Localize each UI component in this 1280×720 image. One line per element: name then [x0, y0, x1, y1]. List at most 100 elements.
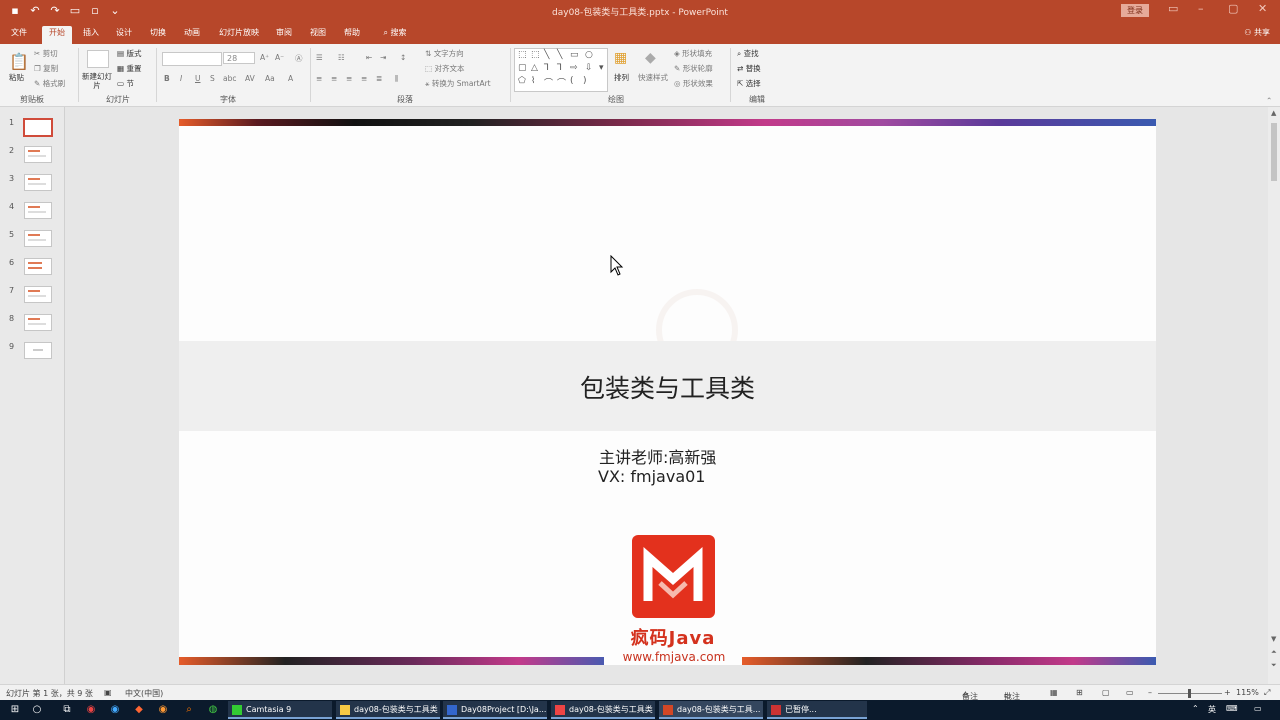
previous-slide-icon[interactable]: ⏶ [1271, 648, 1277, 657]
new-slide-button[interactable]: 新建幻灯片 [82, 72, 112, 90]
new-slide-icon[interactable] [87, 50, 109, 68]
smartart-button[interactable]: ⚹ 转换为 SmartArt [425, 78, 491, 89]
slide-vx[interactable]: VX: fmjava01 [598, 467, 705, 486]
zoom-out-icon[interactable]: – [1148, 688, 1152, 697]
taskbar-item-idea[interactable]: Day08Project [D:\Ja... [443, 701, 547, 719]
align-right-icon[interactable]: ≡ [346, 74, 352, 83]
share-button[interactable]: ⚇ 共享 [1244, 27, 1270, 38]
slide-thumbnail-4[interactable] [24, 202, 52, 219]
reading-view-icon[interactable]: ▢ [1102, 688, 1110, 697]
arrow-right-shape-icon[interactable]: ⇨ [570, 63, 578, 73]
align-text-button[interactable]: ⬚ 对齐文本 [425, 63, 464, 74]
brace2-shape-icon[interactable]: ) [583, 76, 587, 86]
oval-shape-icon[interactable]: ○ [585, 50, 593, 60]
rounded-rect-shape-icon[interactable]: ▢ [518, 63, 527, 73]
bullets-icon[interactable]: ☰ [316, 53, 323, 62]
taskbar-item-ppt-1[interactable]: day08-包装类与工具类 [551, 701, 655, 719]
search-app-icon[interactable]: ⌕ [182, 703, 196, 717]
strikethrough-icon[interactable]: abc [223, 74, 236, 83]
underline-icon[interactable]: U [195, 74, 201, 83]
numbering-icon[interactable]: ☷ [338, 53, 345, 62]
app-icon[interactable]: ◆ [132, 703, 146, 717]
quick-styles-icon[interactable]: ◆ [645, 50, 656, 66]
slide-teacher[interactable]: 主讲老师:高新强 [599, 444, 716, 468]
slide-sorter-icon[interactable]: ⊞ [1076, 688, 1083, 697]
slide-thumbnail-2[interactable] [24, 146, 52, 163]
find-button[interactable]: ⌕ 查找 [737, 48, 759, 59]
ime-indicator[interactable]: 英 [1208, 704, 1216, 715]
firefox-icon[interactable]: ◉ [156, 703, 170, 717]
triangle-shape-icon[interactable]: △ [531, 63, 538, 73]
normal-view-icon[interactable]: ▦ [1050, 688, 1058, 697]
fit-slide-icon[interactable]: ⤢ [1264, 688, 1270, 698]
scrollbar-thumb[interactable] [1271, 123, 1277, 181]
copy-button[interactable]: ❐ 复制 [34, 63, 58, 74]
task-view-icon[interactable]: ⧉ [60, 703, 74, 717]
slide-thumbnail-8[interactable] [24, 314, 52, 331]
paste-icon[interactable]: 📋 [9, 52, 29, 71]
slide-thumbnail-5[interactable] [24, 230, 52, 247]
decrease-font-icon[interactable]: A⁻ [275, 53, 284, 62]
arc2-shape-icon[interactable]: ⌒ [557, 76, 566, 89]
line-spacing-icon[interactable]: ↕ [400, 53, 406, 62]
tab-insert[interactable]: 插入 [78, 26, 104, 44]
char-spacing-icon[interactable]: AV [245, 74, 255, 83]
tab-help[interactable]: 帮助 [339, 26, 365, 44]
justify-icon[interactable]: ≡ [361, 74, 367, 83]
text-direction-button[interactable]: ⇅ 文字方向 [425, 48, 464, 59]
login-button[interactable]: 登录 [1121, 4, 1149, 17]
connector-shape-icon[interactable]: ⅂ [544, 63, 549, 73]
vertical-scrollbar[interactable]: ▲ ▼ ⏶ ⏷ [1268, 107, 1280, 684]
format-painter-button[interactable]: ✎ 格式刷 [34, 78, 65, 89]
slide-thumbnail-3[interactable] [24, 174, 52, 191]
reset-button[interactable]: ▦ 重置 [117, 63, 141, 74]
shadow-icon[interactable]: S [210, 74, 215, 83]
columns-icon[interactable]: ⫼ [395, 74, 398, 84]
distributed-icon[interactable]: ≣ [376, 74, 382, 83]
zoom-level[interactable]: 115% [1236, 688, 1259, 697]
slide-thumbnail-1[interactable] [23, 118, 53, 137]
tab-transitions[interactable]: 切换 [145, 26, 171, 44]
zoom-slider-thumb[interactable] [1188, 689, 1191, 698]
slide-thumbnail-9[interactable] [24, 342, 52, 359]
clear-format-icon[interactable]: Ⓐ [295, 53, 303, 64]
cut-button[interactable]: ✂ 剪切 [34, 48, 58, 59]
paste-button[interactable]: 粘贴 [9, 72, 24, 83]
arc-shape-icon[interactable]: ⌒ [544, 76, 553, 89]
slide-thumbnail-7[interactable] [24, 286, 52, 303]
shapes-gallery[interactable]: ⬚ ⬚ ╲ ╲ ▭ ○ ▢ △ ⅂ ⅂ ⇨ ⇩ ⬠ ⌇ ⌒ ⌒ ( ) ▾ [514, 48, 608, 92]
slide-thumbnail-6[interactable] [24, 258, 52, 275]
section-button[interactable]: ▭ 节 [117, 78, 134, 89]
tab-animations[interactable]: 动画 [179, 26, 205, 44]
font-size-combo[interactable]: 28 [223, 52, 255, 64]
taskbar-item-camtasia[interactable]: Camtasia 9 [228, 701, 332, 719]
next-slide-icon[interactable]: ⏷ [1271, 661, 1277, 670]
arrange-button[interactable]: 排列 [614, 72, 629, 83]
arrange-icon[interactable]: ▦ [614, 50, 627, 66]
connector2-shape-icon[interactable]: ⅂ [557, 63, 562, 73]
textbox-shape-icon[interactable]: ⬚ [518, 50, 527, 60]
brace-shape-icon[interactable]: ( [570, 76, 574, 86]
windows-start-icon[interactable]: ⊞ [8, 703, 22, 717]
line-shape-icon[interactable]: ╲ [544, 50, 549, 60]
ribbon-display-options-icon[interactable]: ▭ [1168, 2, 1178, 15]
slide-title[interactable]: 包装类与工具类 [179, 369, 1156, 405]
tab-home[interactable]: 开始 [42, 26, 72, 44]
keyboard-icon[interactable]: ⌨ [1226, 704, 1238, 713]
language-indicator[interactable]: 中文(中国) [125, 688, 163, 699]
slideshow-view-icon[interactable]: ▭ [1126, 688, 1134, 697]
close-icon[interactable]: ✕ [1258, 2, 1267, 15]
italic-icon[interactable]: I [180, 74, 182, 83]
align-center-icon[interactable]: ≡ [331, 74, 337, 83]
arrow-down-shape-icon[interactable]: ⇩ [585, 63, 593, 73]
font-name-combo[interactable] [162, 52, 222, 66]
taskbar-item-folder[interactable]: day08-包装类与工具类 [336, 701, 440, 719]
increase-indent-icon[interactable]: ⇥ [380, 53, 386, 62]
align-left-icon[interactable]: ≡ [316, 74, 322, 83]
notifications-icon[interactable]: ▭ [1254, 704, 1262, 713]
shape-fill-button[interactable]: ◈ 形状填充 [674, 48, 712, 59]
curve-shape-icon[interactable]: ⌇ [531, 76, 535, 86]
spellcheck-icon[interactable]: ▣ [104, 688, 112, 697]
wechat-icon[interactable]: ◍ [206, 703, 220, 717]
slide[interactable]: 包装类与工具类 主讲老师:高新强 VX: fmjava01 疯码Java www… [179, 119, 1156, 665]
